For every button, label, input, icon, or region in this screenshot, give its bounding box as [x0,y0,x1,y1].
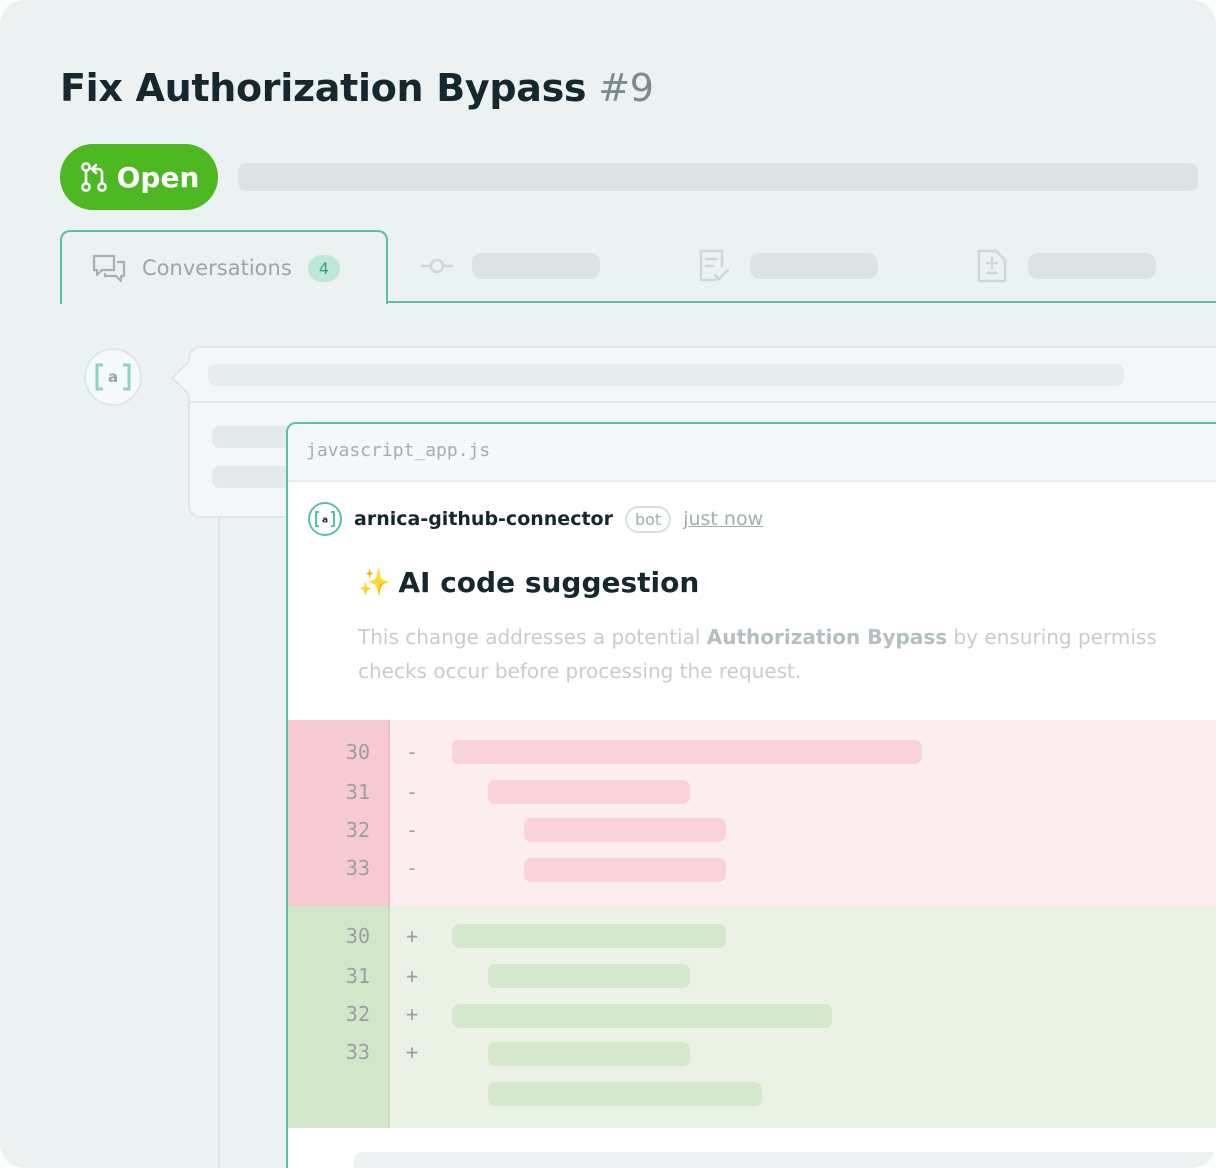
bot-badge: bot [624,505,672,533]
suggestion-title-text: AI code suggestion [398,566,700,599]
suggestion-actions-placeholder [354,1152,1216,1168]
diff-sign: - [406,780,419,804]
suggestion-title: ✨ AI code suggestion [358,566,699,599]
code-line-placeholder [452,740,922,764]
conversations-icon [92,254,126,283]
pr-number: #9 [598,66,654,110]
arnica-logo-icon: a [95,363,131,391]
arnica-logo-icon: a [315,511,335,527]
author-name[interactable]: arnica-github-connector [354,508,613,530]
tab-label: Conversations [142,256,292,280]
diff-sign: + [406,1040,419,1064]
line-number: 33 [345,856,370,880]
pull-request-icon [80,162,107,192]
timestamp-link[interactable]: just now [683,508,763,530]
pr-title: Fix Authorization Bypass [60,66,587,110]
line-number: 30 [345,740,370,764]
tab-count-badge: 4 [307,254,340,282]
thread-line [218,518,220,1168]
code-line-placeholder [488,964,690,988]
code-suggestion-card: javascript_app.js a arnica-github-connec… [286,422,1216,1168]
page-title: Fix Authorization Bypass #9 [60,66,654,110]
pr-meta-placeholder [238,163,1198,191]
file-name[interactable]: javascript_app.js [306,440,490,461]
tab-label-placeholder [750,253,878,279]
file-header: javascript_app.js [288,424,1216,482]
code-line-placeholder [488,780,690,804]
checks-icon [699,249,730,282]
diff-sign: - [406,740,419,764]
avatar: a [84,348,142,406]
bubble-divider [190,401,1216,403]
suggestion-description: This change addresses a potential Author… [358,620,1216,688]
code-line-placeholder [452,924,726,948]
tab-conversations[interactable]: Conversations 4 [60,230,388,304]
vulnerability-name: Authorization Bypass [706,625,948,649]
pr-page: Fix Authorization Bypass #9 Open Conversa… [0,0,1216,1168]
tab-label-placeholder [472,253,600,279]
status-badge: Open [60,144,218,210]
tab-label-placeholder [1028,253,1156,279]
line-number: 33 [345,1040,370,1064]
diff-sign: + [406,924,419,948]
line-number: 30 [345,924,370,948]
diff-sign: + [406,964,419,988]
code-line-placeholder [488,1042,690,1066]
sparkles-icon: ✨ [358,567,391,598]
comment-header-placeholder [208,364,1124,386]
description-text: by ensuring permiss [947,625,1157,649]
comment-author-row: a arnica-github-connector bot just now [308,502,763,536]
line-number: 31 [345,780,370,804]
code-line-placeholder [452,1004,832,1028]
line-number: 32 [345,1002,370,1026]
code-line-placeholder [524,818,726,842]
svg-text:a: a [108,368,118,386]
line-number: 31 [345,964,370,988]
code-line-placeholder [524,858,726,882]
files-changed-icon [977,249,1007,283]
diff-sign: + [406,1002,419,1026]
tabs-underline [386,301,1216,303]
diff-sign: - [406,818,419,842]
line-number: 32 [345,818,370,842]
commit-icon [421,258,453,274]
diff-sign: - [406,856,419,880]
avatar[interactable]: a [308,502,342,536]
description-text: This change addresses a potential [358,625,707,649]
description-text: checks occur before processing the reque… [358,659,802,683]
status-label: Open [116,160,200,194]
svg-text:a: a [322,516,328,526]
code-line-placeholder [488,1082,762,1106]
